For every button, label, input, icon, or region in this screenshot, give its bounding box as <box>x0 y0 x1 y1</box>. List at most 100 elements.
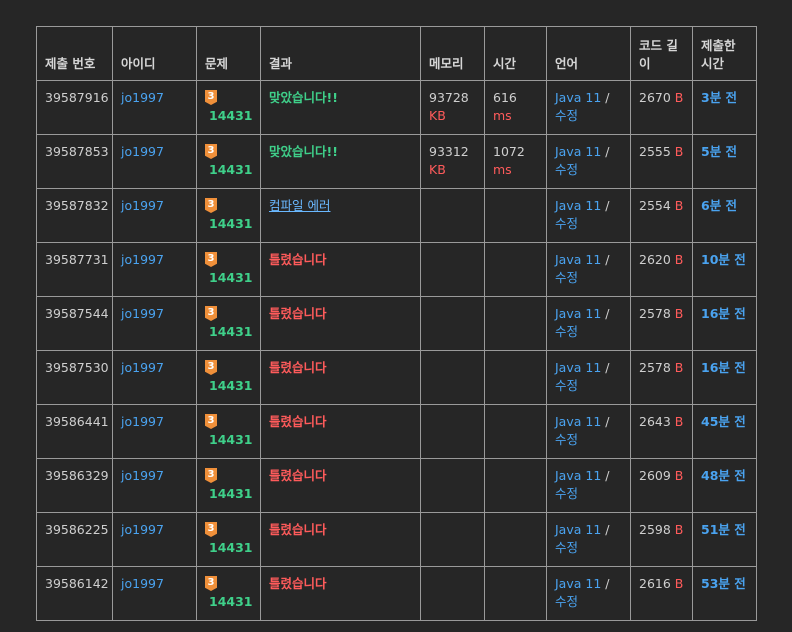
code-length-unit: B <box>674 468 684 483</box>
user-link[interactable]: jo1997 <box>121 198 164 213</box>
time-unit: ms <box>493 162 512 177</box>
code-length-value: 2555 <box>639 144 671 159</box>
edit-link[interactable]: 수정 <box>555 432 578 447</box>
language-link[interactable]: Java 11 <box>555 576 601 591</box>
language-link[interactable]: Java 11 <box>555 252 601 267</box>
edit-link[interactable]: 수정 <box>555 378 578 393</box>
edit-link[interactable]: 수정 <box>555 270 578 285</box>
problem-link[interactable]: 14431 <box>205 539 253 557</box>
code-length-value: 2598 <box>639 522 671 537</box>
user-link[interactable]: jo1997 <box>121 360 164 375</box>
language-separator: / <box>605 90 610 105</box>
bronze-tier-icon: 3 <box>205 468 217 483</box>
code-length-unit: B <box>674 576 684 591</box>
user-link[interactable]: jo1997 <box>121 468 164 483</box>
time-value: 1072 <box>493 144 525 159</box>
submission-id-cell: 39586441 <box>36 404 113 459</box>
problem-link[interactable]: 14431 <box>205 215 253 233</box>
problem-cell: 3 14431 <box>196 134 261 189</box>
problem-cell: 3 14431 <box>196 242 261 297</box>
language-link[interactable]: Java 11 <box>555 468 601 483</box>
table-row: 39586142 jo1997 3 14431 틀렸습니다 Java 11 / 수정 26… <box>36 566 757 621</box>
result-cell: 틀렸습니다 <box>260 296 421 351</box>
user-link[interactable]: jo1997 <box>121 522 164 537</box>
memory-unit: KB <box>429 162 446 177</box>
submitted-time-link[interactable]: 16분 전 <box>701 360 746 375</box>
language-link[interactable]: Java 11 <box>555 198 601 213</box>
language-link[interactable]: Java 11 <box>555 360 601 375</box>
submitted-time-link[interactable]: 45분 전 <box>701 414 746 429</box>
result-label[interactable]: 컴파일 에러 <box>269 198 330 213</box>
user-id-cell: jo1997 <box>112 188 197 243</box>
submitted-time-link[interactable]: 53분 전 <box>701 576 746 591</box>
problem-link[interactable]: 14431 <box>205 323 253 341</box>
problem-link[interactable]: 14431 <box>205 377 253 395</box>
problem-link[interactable]: 14431 <box>205 593 253 611</box>
memory-cell: 93728 KB <box>420 80 485 135</box>
edit-link[interactable]: 수정 <box>555 540 578 555</box>
submitted-time-link[interactable]: 5분 전 <box>701 144 737 159</box>
language-link[interactable]: Java 11 <box>555 414 601 429</box>
result-label: 틀렸습니다 <box>269 522 327 537</box>
submission-id: 39587853 <box>45 144 109 159</box>
code-length-value: 2609 <box>639 468 671 483</box>
result-label: 맞았습니다!! <box>269 144 338 159</box>
language-link[interactable]: Java 11 <box>555 90 601 105</box>
edit-link[interactable]: 수정 <box>555 216 578 231</box>
language-link[interactable]: Java 11 <box>555 144 601 159</box>
user-id-cell: jo1997 <box>112 350 197 405</box>
user-link[interactable]: jo1997 <box>121 576 164 591</box>
memory-value: 93728 <box>429 90 469 105</box>
edit-link[interactable]: 수정 <box>555 108 578 123</box>
user-link[interactable]: jo1997 <box>121 252 164 267</box>
problem-link[interactable]: 14431 <box>205 161 253 179</box>
table-row: 39587853 jo1997 3 14431 맞았습니다!! 93312 KB 1072 … <box>36 134 757 189</box>
language-separator: / <box>605 468 610 483</box>
code-length-unit: B <box>674 198 684 213</box>
submitted-time-link[interactable]: 51분 전 <box>701 522 746 537</box>
language-link[interactable]: Java 11 <box>555 306 601 321</box>
language-link[interactable]: Java 11 <box>555 522 601 537</box>
code-length-value: 2620 <box>639 252 671 267</box>
user-link[interactable]: jo1997 <box>121 144 164 159</box>
problem-link[interactable]: 14431 <box>205 269 253 287</box>
edit-link[interactable]: 수정 <box>555 594 578 609</box>
bronze-tier-icon: 3 <box>205 414 217 429</box>
time-unit: ms <box>493 108 512 123</box>
submitted-time-cell: 48분 전 <box>692 458 757 513</box>
time-cell <box>484 458 547 513</box>
problem-link[interactable]: 14431 <box>205 431 253 449</box>
submitted-time-link[interactable]: 10분 전 <box>701 252 746 267</box>
edit-link[interactable]: 수정 <box>555 162 578 177</box>
user-link[interactable]: jo1997 <box>121 306 164 321</box>
bronze-tier-icon: 3 <box>205 522 217 537</box>
bronze-tier-icon: 3 <box>205 360 217 375</box>
memory-cell <box>420 188 485 243</box>
submission-id: 39587530 <box>45 360 109 375</box>
memory-unit: KB <box>429 108 446 123</box>
header-problem: 문제 <box>196 26 261 81</box>
user-id-cell: jo1997 <box>112 80 197 135</box>
table-row: 39587544 jo1997 3 14431 틀렸습니다 Java 11 / 수정 25… <box>36 296 757 351</box>
submitted-time-link[interactable]: 48분 전 <box>701 468 746 483</box>
problem-link[interactable]: 14431 <box>205 485 253 503</box>
edit-link[interactable]: 수정 <box>555 324 578 339</box>
edit-link[interactable]: 수정 <box>555 486 578 501</box>
submitted-time-link[interactable]: 3분 전 <box>701 90 737 105</box>
submission-id-cell: 39586329 <box>36 458 113 513</box>
table-row: 39587731 jo1997 3 14431 틀렸습니다 Java 11 / 수정 26… <box>36 242 757 297</box>
submitted-time-link[interactable]: 16분 전 <box>701 306 746 321</box>
submission-id: 39586142 <box>45 576 109 591</box>
submission-id-cell: 39587832 <box>36 188 113 243</box>
language-cell: Java 11 / 수정 <box>546 296 631 351</box>
user-link[interactable]: jo1997 <box>121 414 164 429</box>
problem-link[interactable]: 14431 <box>205 107 253 125</box>
submitted-time-link[interactable]: 6분 전 <box>701 198 737 213</box>
code-length-unit: B <box>674 306 684 321</box>
user-link[interactable]: jo1997 <box>121 90 164 105</box>
submitted-time-cell: 45분 전 <box>692 404 757 459</box>
memory-cell <box>420 404 485 459</box>
user-id-cell: jo1997 <box>112 566 197 621</box>
submission-id-cell: 39587916 <box>36 80 113 135</box>
result-label: 틀렸습니다 <box>269 576 327 591</box>
